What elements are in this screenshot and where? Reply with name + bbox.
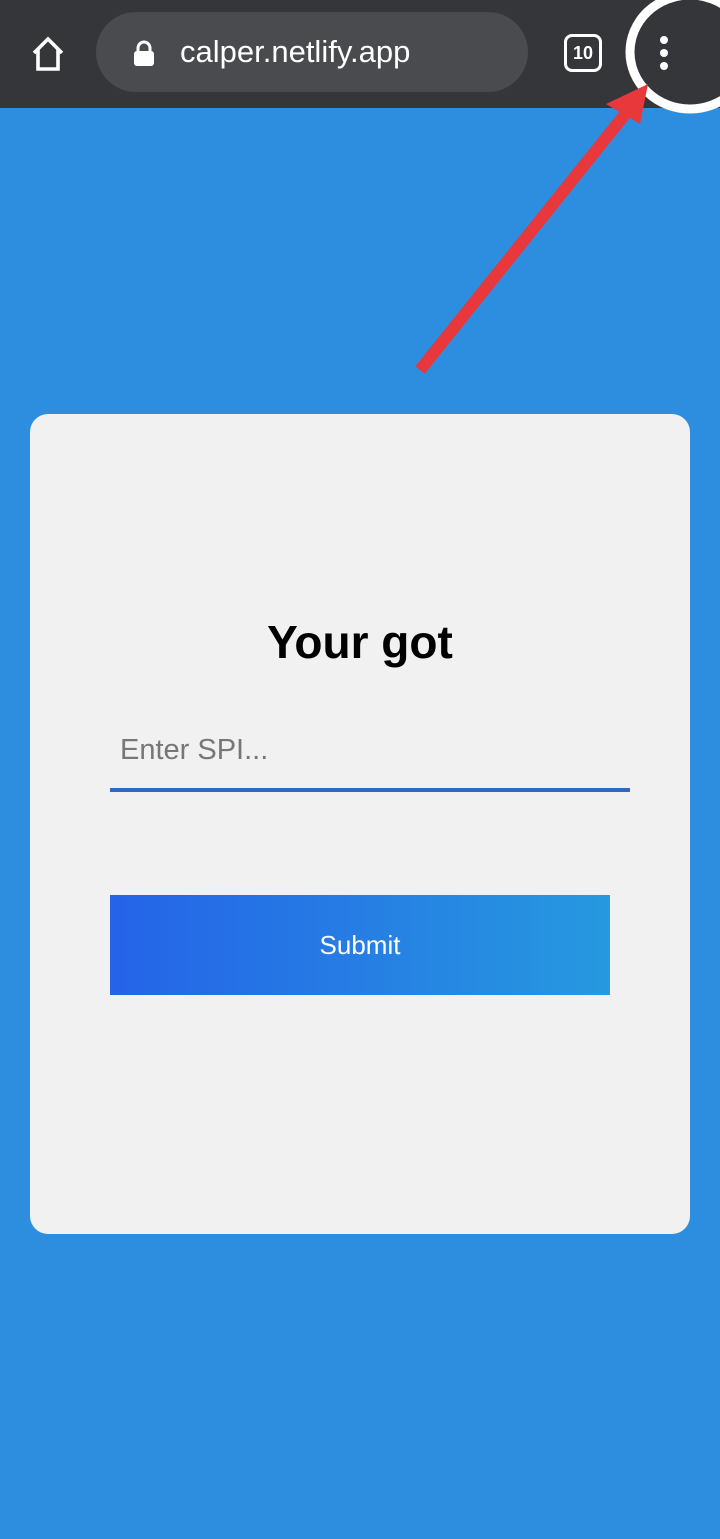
home-button[interactable] — [22, 28, 74, 80]
address-bar[interactable]: calper.netlify.app — [96, 12, 528, 92]
lock-icon — [134, 40, 154, 66]
tab-count: 10 — [572, 43, 594, 63]
browser-toolbar: calper.netlify.app 10 — [0, 0, 720, 108]
form-card — [30, 414, 690, 1234]
home-icon — [32, 36, 64, 71]
url-text: calper.netlify.app — [180, 34, 411, 69]
tab-switcher-button[interactable]: 10 — [564, 34, 602, 72]
spi-input[interactable] — [110, 712, 630, 792]
submit-button[interactable]: Submit — [110, 895, 610, 995]
browser-menu-button[interactable] — [640, 18, 688, 88]
red-arrow — [415, 84, 648, 374]
more-vert-icon — [660, 36, 668, 44]
card-title: Your got — [267, 616, 453, 668]
